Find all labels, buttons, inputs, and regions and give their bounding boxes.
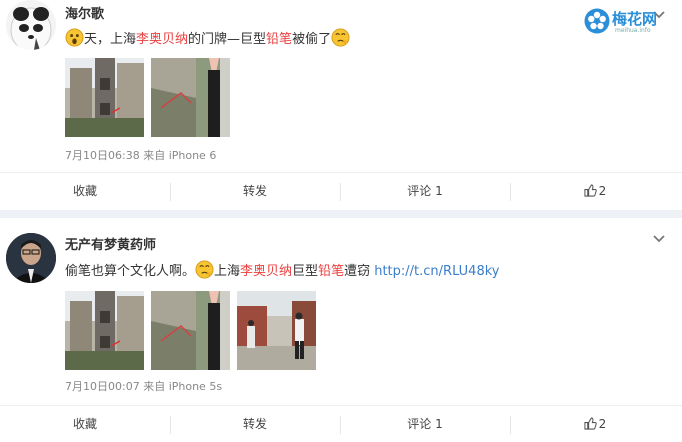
post-separator [0,210,682,218]
post-photo[interactable] [151,58,230,137]
weibo-post: 海尔歌 天，上海李奥贝纳的门牌—巨型铅笔被偷了 7月10日06:38 来自 iP… [0,0,682,210]
repost-button[interactable]: 转发 [170,173,340,209]
watermark-url: meihua.info [615,27,651,34]
text-part: 的门牌—巨型 [188,32,267,47]
chevron-down-icon[interactable] [652,234,666,244]
like-button[interactable]: 2 [510,173,680,209]
highlight-keyword[interactable]: 李奥贝纳 [136,32,188,47]
thinking-emoji-icon [195,260,214,279]
short-link[interactable]: http://t.cn/RLU48ky [374,264,499,279]
post-text: 天，上海李奥贝纳的门牌—巨型铅笔被偷了 [65,28,350,51]
highlight-keyword[interactable]: 铅笔 [318,264,344,279]
user-name[interactable]: 无产有梦黄药师 [65,234,156,253]
post-meta: 7月10日00:07 来自 iPhone 5s [65,380,223,393]
thinking-emoji-icon [331,28,350,47]
meihua-logo-icon [584,8,610,34]
text-part: 遭窃 [344,264,375,279]
post-text: 偷笔也算个文化人啊。 上海李奥贝纳巨型铅笔遭窃 http://t.cn/RLU4… [65,260,499,283]
text-part: 天，上海 [84,32,137,47]
weibo-post: 无产有梦黄药师 偷笔也算个文化人啊。 上海李奥贝纳巨型铅笔遭窃 http://t… [0,218,682,441]
highlight-keyword[interactable]: 李奥贝纳 [240,264,292,279]
post-photo[interactable] [237,291,316,370]
action-bar: 收藏 转发 评论 1 2 [0,172,682,209]
highlight-keyword[interactable]: 铅笔 [266,32,292,47]
avatar[interactable] [6,233,56,283]
collect-button[interactable]: 收藏 [0,173,170,209]
repost-button[interactable]: 转发 [170,406,340,442]
text-part: 偷笔也算个文化人啊。 [65,264,196,279]
meihua-logo: 梅花网 meihua.info [584,6,674,40]
like-button[interactable]: 2 [510,406,680,442]
action-bar: 收藏 转发 评论 1 2 [0,405,682,442]
text-part: 被偷了 [292,32,332,47]
thumbs-up-icon [584,184,597,197]
watermark-name: 梅花网 [612,10,658,28]
like-count: 2 [598,417,607,431]
text-part: 巨型 [292,264,319,279]
user-name[interactable]: 海尔歌 [65,3,104,22]
comment-button[interactable]: 评论 1 [340,406,510,442]
post-photo[interactable] [65,291,144,370]
surprised-emoji-icon [65,28,84,47]
text-part: 上海 [214,264,241,279]
collect-button[interactable]: 收藏 [0,406,170,442]
like-count: 2 [598,184,607,198]
comment-button[interactable]: 评论 1 [340,173,510,209]
post-photo[interactable] [151,291,230,370]
avatar[interactable] [6,0,56,50]
post-photo[interactable] [65,58,144,137]
thumbs-up-icon [584,417,597,430]
post-meta: 7月10日06:38 来自 iPhone 6 [65,149,217,162]
